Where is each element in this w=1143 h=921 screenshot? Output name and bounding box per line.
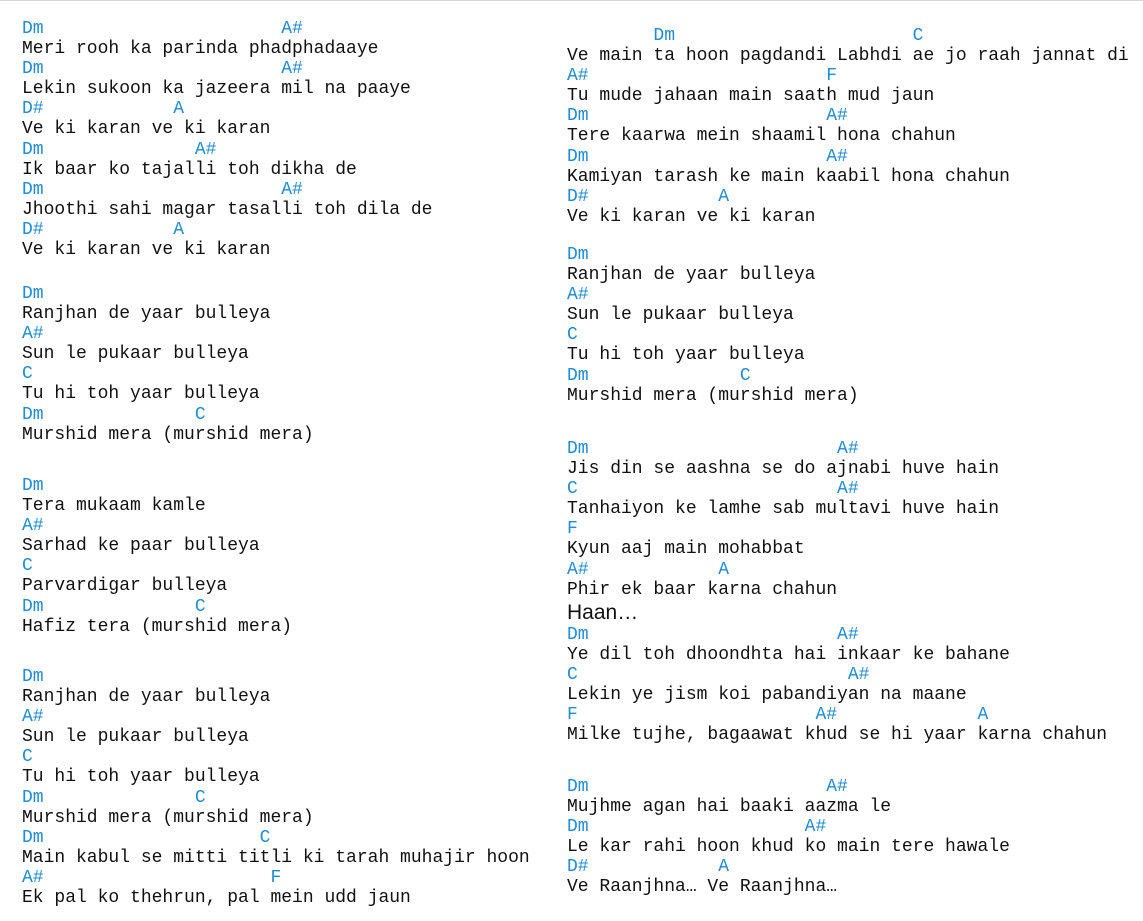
chord-line: Dm A# [22,19,303,39]
stanza: Dm A# Meri rooh ka parinda phadphadaaye Dm… [22,19,432,260]
chord-line: Dm C [567,26,924,46]
lyric-line: Sun le pukaar bulleya [22,344,249,365]
chord-line: C [22,364,33,385]
chord-line: D# A [22,99,185,120]
lyric-line: Sun le pukaar bulleya [567,305,794,326]
stanza: Dm Tera mukaam kamle A# Sarhad ke paar bull… [22,476,292,637]
chord-line: A# [567,285,589,306]
stanza: Dm Ranjhan de yaar bulleya A# Sun le pukaar… [22,284,314,445]
chord-line: Dm A# [567,439,859,459]
stanza: Dm A# Jis din se aashna se do ajnabi huve… [567,439,1107,745]
chord-line: D# A [567,857,730,878]
chord-line: C A# [567,664,870,685]
lyric-line: Ik baar ko tajalli toh dikha de [22,159,357,180]
chord-line: Dm A# [22,179,303,200]
lyric-line: Kyun aaj main mohabbat [567,539,805,560]
stanza: Dm Ranjhan de yaar bulleya A# Sun le pukaar… [22,667,530,908]
lyric-line: Ranjhan de yaar bulleya [22,304,271,325]
lyric-line: Phir ek baar karna chahun [567,579,838,600]
lyric-line: Jhoothi sahi magar tasalli toh dila de [22,199,433,220]
chord-line: A# [22,516,44,537]
stanza: Dm Ranjhan de yaar bulleya A# Sun le pukaar… [567,245,859,406]
chord-line: Dm [567,245,589,265]
lyric-line: Ye dil toh dhoondhta hai inkaar ke bahan… [567,644,1010,665]
chord-line: F A# A [567,705,989,726]
chord-line: C A# [567,479,859,500]
chord-line: A# F [567,66,838,87]
lyric-line: Milke tujhe, bagaawat khud se hi yaar ka… [567,725,1108,746]
lyric-line: Main kabul se mitti titli ki tarah muhaj… [22,847,530,868]
lyric-line: Ranjhan de yaar bulleya [22,687,271,708]
text-line: Haan… [567,600,639,624]
lyric-line: Sarhad ke paar bulleya [22,536,260,557]
lyric-line: Jis din se aashna se do ajnabi huve hain [567,459,1000,480]
chord-line: A# [22,324,44,345]
lyric-line: Ek pal ko thehrun, pal mein udd jaun [22,888,411,909]
chord-line: Dm C [22,596,206,617]
chord-line: F [567,519,578,540]
chord-line: Dm [22,667,44,687]
lyric-line: Sun le pukaar bulleya [22,727,249,748]
chord-line: Dm A# [567,106,848,127]
lyric-line: Ve ki karan ve ki karan [567,206,816,227]
lyric-line: Murshid mera (murshid mera) [567,385,859,406]
lyric-line: Tera mukaam kamle [22,496,206,517]
chord-line: C [22,747,33,768]
stanza: Dm A# Mujhme agan hai baaki aazma le Dm A#… [567,777,1010,898]
chord-line: Dm A# [567,624,859,645]
chord-line: Dm C [22,787,206,808]
lyric-line: Meri rooh ka parinda phadphadaaye [22,39,379,60]
chord-line: Dm A# [22,59,303,80]
lyric-line: Tu mude jahaan main saath mud jaun [567,86,935,107]
lyric-line: Tu hi toh yaar bulleya [22,767,260,788]
chord-line: A# [22,707,44,728]
lyric-line: Ve main ta hoon pagdandi Labhdi ae jo ra… [567,46,1129,67]
lyric-line: Ve Raanjhna… Ve Raanjhna… [567,877,838,898]
chord-line: Dm A# [22,139,217,160]
chord-line: D# A [567,186,730,207]
lyric-line: Tu hi toh yaar bulleya [567,345,805,366]
lyric-line: Ve ki karan ve ki karan [22,240,271,261]
lyric-line: Lekin sukoon ka jazeera mil na paaye [22,79,411,100]
lyric-line: Murshid mera (murshid mera) [22,424,314,445]
chord-line: C [567,325,578,346]
lyric-line: Tere kaarwa mein shaamil hona chahun [567,126,956,147]
chord-line: Dm C [22,827,271,848]
lyric-line: Lekin ye jism koi pabandiyan na maane [567,685,967,706]
chord-line: Dm [22,284,44,304]
chord-line: Dm A# [567,817,827,838]
stanza: Dm C Ve main ta hoon pagdandi Labhdi ae j… [567,26,1129,227]
lyric-line: Parvardigar bulleya [22,576,228,597]
lyric-line: Mujhme agan hai baaki aazma le [567,797,892,818]
lyric-line: Tanhaiyon ke lamhe sab multavi huve hain [567,499,1000,520]
lyric-line: Le kar rahi hoon khud ko main tere hawal… [567,837,1010,858]
lyric-line: Hafiz tera (murshid mera) [22,616,293,637]
lyric-line: Ranjhan de yaar bulleya [567,265,816,286]
chord-line: Dm C [567,365,751,386]
lyric-line: Murshid mera (murshid mera) [22,807,314,828]
chord-line: Dm [22,476,44,496]
lyric-line: Ve ki karan ve ki karan [22,119,271,140]
chord-line: A# F [22,867,282,888]
chord-line: Dm C [22,404,206,425]
chord-line: C [22,556,33,577]
chord-line: A# A [567,559,730,580]
chord-line: Dm A# [567,777,848,797]
chord-line: Dm A# [567,146,848,167]
lyric-line: Kamiyan tarash ke main kaabil hona chahu… [567,166,1010,187]
chord-line: D# A [22,219,185,240]
lyric-line: Tu hi toh yaar bulleya [22,384,260,405]
